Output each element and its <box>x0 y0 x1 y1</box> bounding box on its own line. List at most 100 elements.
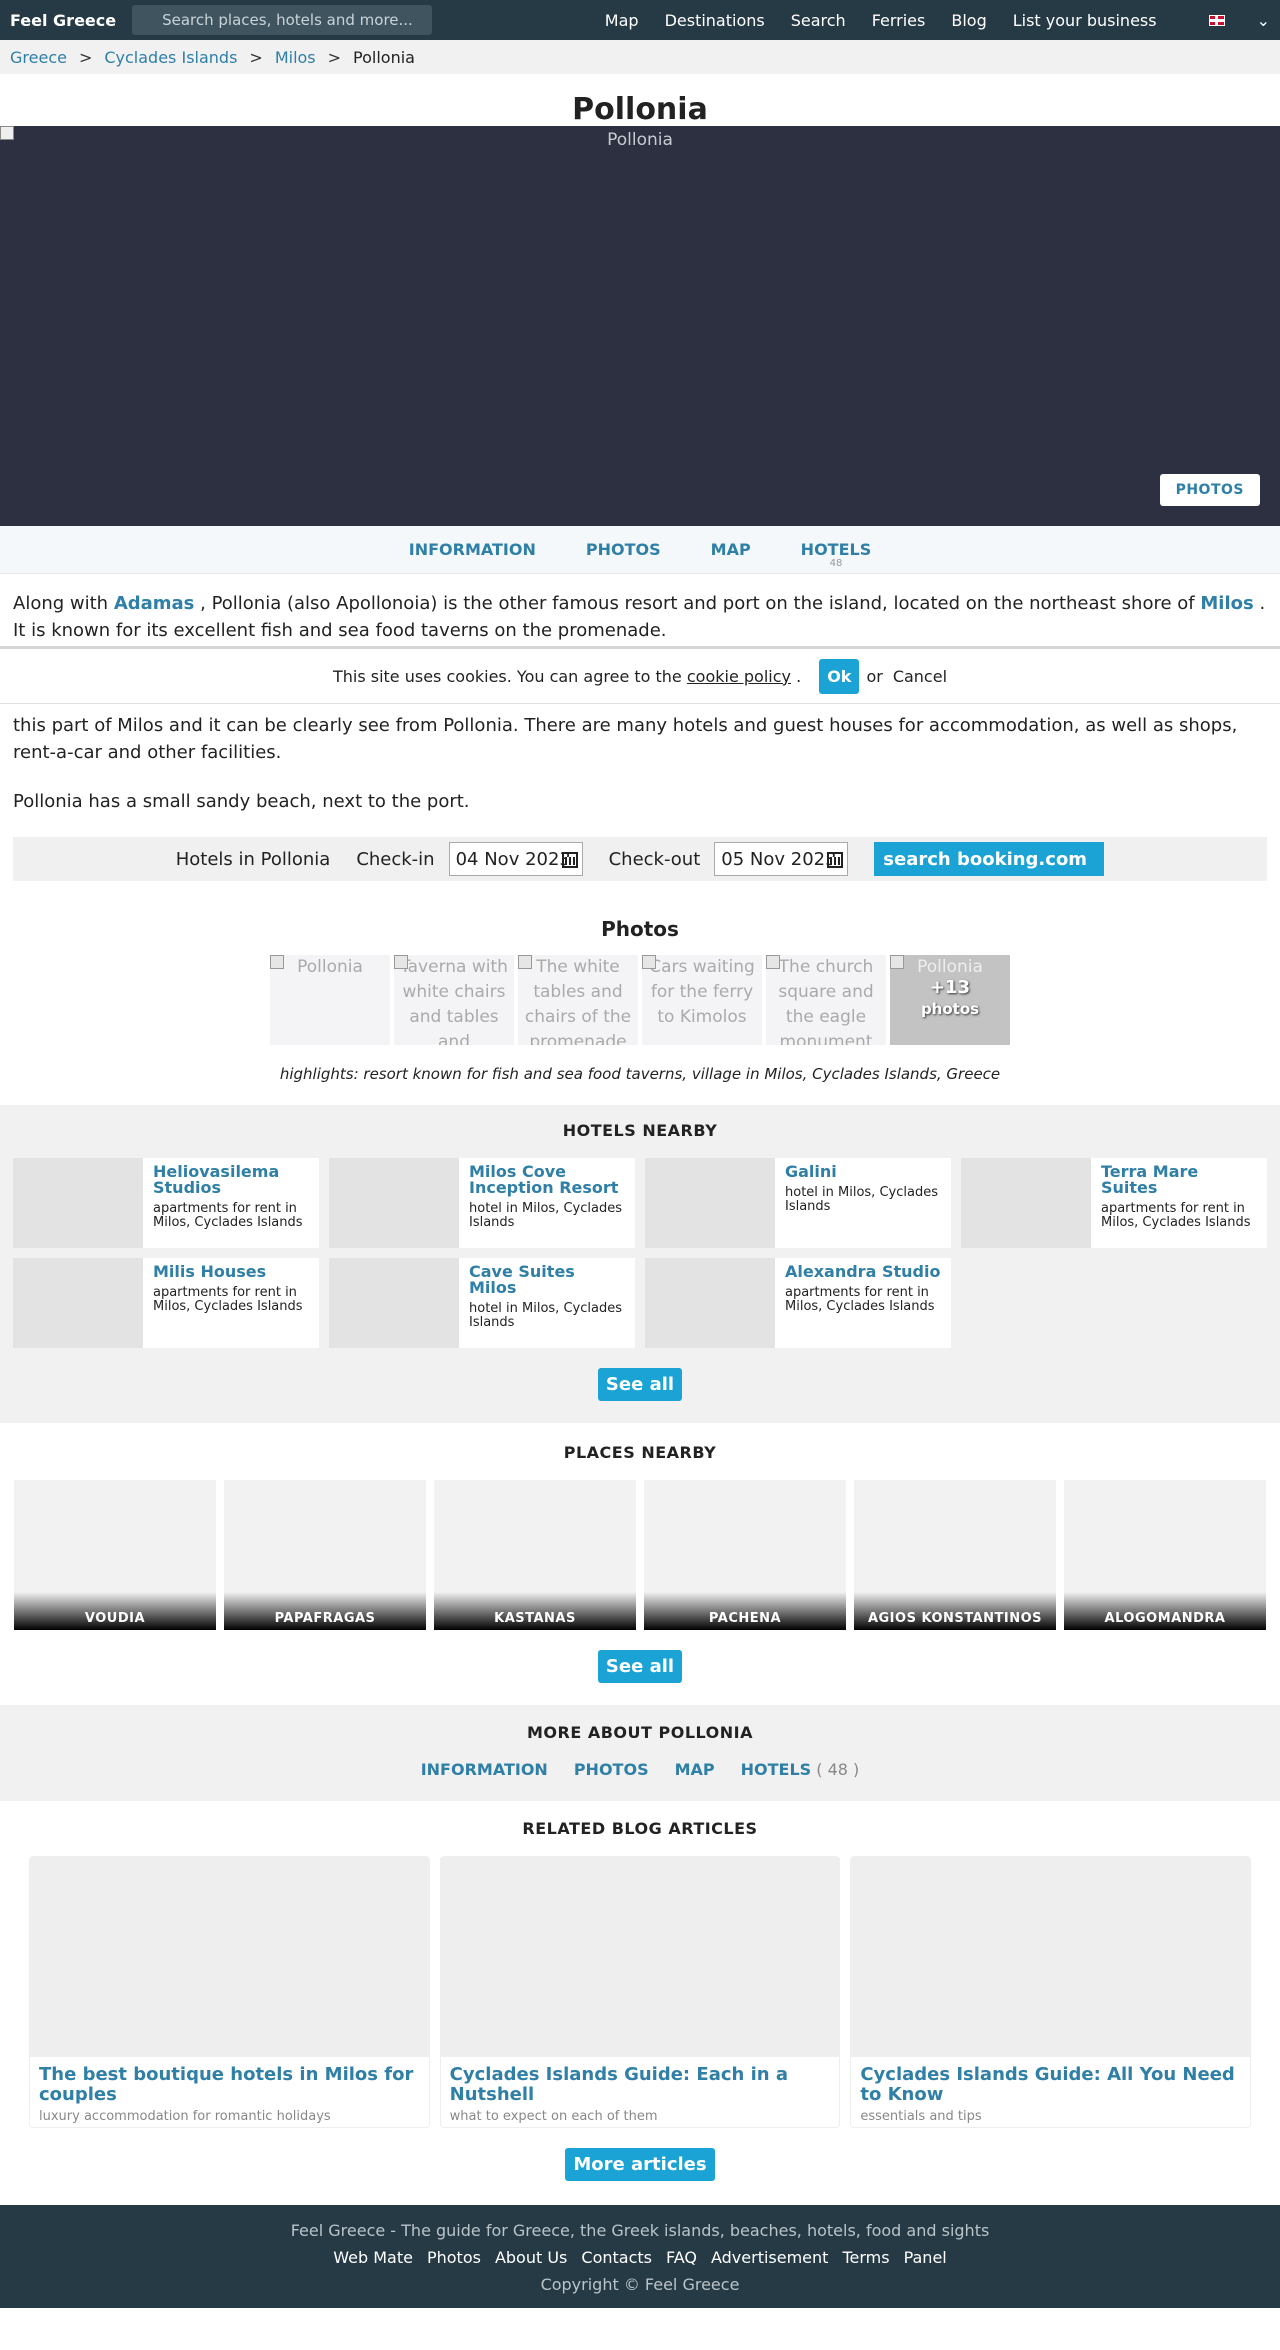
blog-title[interactable]: Cyclades Islands Guide: All You Need to … <box>851 2057 1250 2105</box>
places-nearby-heading: PLACES NEARBY <box>563 1443 717 1462</box>
search-input[interactable]: Search places, hotels and more... <box>132 5 433 35</box>
breadcrumb-greece[interactable]: Greece <box>10 48 67 67</box>
footer-link[interactable]: About Us <box>495 2248 567 2267</box>
article-paragraph: Pollonia has a small sandy beach, next t… <box>13 791 470 812</box>
hotel-image <box>329 1258 459 1348</box>
nav-destinations[interactable]: Destinations <box>665 11 765 30</box>
place-card[interactable]: ALOGOMANDRA <box>1064 1480 1266 1630</box>
photo-strip: Pollonia Taverna with white chairs and t… <box>0 955 1280 1045</box>
hotel-card[interactable]: Terra Mare Suites apartments for rent in … <box>961 1158 1267 1248</box>
more-photos-thumb[interactable]: Pollonia +13 photos <box>890 955 1010 1045</box>
hotel-name[interactable]: Galini <box>785 1164 941 1180</box>
breadcrumb-cyclades[interactable]: Cyclades Islands <box>104 48 237 67</box>
more-hotels-count: ( 48 ) <box>816 1760 860 1779</box>
breadcrumb-milos[interactable]: Milos <box>275 48 316 67</box>
more-photos-count: +13 <box>929 977 971 998</box>
hotel-image <box>645 1158 775 1248</box>
hotels-nearby: HOTELS NEARBY Heliovasilema Studios apart… <box>0 1105 1280 1423</box>
hotel-desc: apartments for rent in Milos, Cyclades I… <box>153 1201 303 1230</box>
tab-hotels[interactable]: HOTELS 48 <box>801 540 872 569</box>
more-photos-overlay: +13 photos <box>890 975 1010 1018</box>
hotel-card[interactable]: Cave Suites Milos hotel in Milos, Cyclade… <box>329 1258 635 1348</box>
highlights: highlights: resort known for fish and se… <box>279 1065 1001 1083</box>
hotel-desc: apartments for rent in Milos, Cyclades I… <box>785 1285 935 1314</box>
see-all-places-button[interactable]: See all <box>597 1650 683 1683</box>
more-information-link[interactable]: INFORMATION <box>421 1760 548 1779</box>
footer-link[interactable]: Web Mate <box>333 2248 413 2267</box>
footer-link[interactable]: Contacts <box>581 2248 652 2267</box>
photo-thumb[interactable]: The church square and the eagle monument <box>766 955 886 1045</box>
footer-link[interactable]: Terms <box>842 2248 889 2267</box>
hotel-name[interactable]: Milis Houses <box>153 1264 309 1280</box>
link-milos[interactable]: Milos <box>1200 593 1253 614</box>
link-adamas[interactable]: Adamas <box>114 593 195 614</box>
hotel-name[interactable]: Heliovasilema Studios <box>153 1164 309 1196</box>
photo-thumb[interactable]: Taverna with white chairs and tables and <box>394 955 514 1045</box>
nav-blog[interactable]: Blog <box>951 11 986 30</box>
place-name: AGIOS KONSTANTINOS <box>854 1592 1056 1630</box>
more-map-link[interactable]: MAP <box>675 1760 715 1779</box>
tab-map[interactable]: MAP <box>711 540 751 559</box>
hotel-card[interactable]: Milos Cove Inception Resort hotel in Milo… <box>329 1158 635 1248</box>
more-hotels-group: HOTELS ( 48 ) <box>741 1760 860 1779</box>
nav-search[interactable]: Search <box>791 11 846 30</box>
cookie-cancel-button[interactable]: Cancel <box>893 667 947 686</box>
more-photos-link[interactable]: PHOTOS <box>574 1760 649 1779</box>
place-name: KASTANAS <box>434 1592 636 1630</box>
blog-card[interactable]: The best boutique hotels in Milos for co… <box>29 1856 430 2128</box>
language-selector[interactable]: ⌄ <box>1183 11 1270 30</box>
place-card[interactable]: PACHENA <box>644 1480 846 1630</box>
hotel-image <box>13 1258 143 1348</box>
photo-thumb[interactable]: Cars waiting for the ferry to Kimolos <box>642 955 762 1045</box>
checkout-field[interactable]: 05 Nov 2023 <box>714 842 849 876</box>
hotel-name[interactable]: Cave Suites Milos <box>469 1264 625 1296</box>
tab-photos[interactable]: PHOTOS <box>586 540 661 559</box>
cookie-ok-button[interactable]: Ok <box>819 658 860 694</box>
place-card[interactable]: AGIOS KONSTANTINOS <box>854 1480 1056 1630</box>
hero-image[interactable]: Pollonia PHOTOS <box>0 126 1280 526</box>
blog-card[interactable]: Cyclades Islands Guide: All You Need to … <box>850 1856 1252 2128</box>
more-hotels-link[interactable]: HOTELS <box>741 1760 812 1779</box>
footer-link[interactable]: Panel <box>904 2248 947 2267</box>
search-booking-button[interactable]: search booking.com <box>874 842 1105 876</box>
tab-information[interactable]: INFORMATION <box>409 540 536 559</box>
hotel-card[interactable]: Heliovasilema Studios apartments for rent… <box>13 1158 319 1248</box>
hotel-name[interactable]: Milos Cove Inception Resort <box>469 1164 625 1196</box>
hotel-card[interactable]: Alexandra Studio apartments for rent in M… <box>645 1258 951 1348</box>
nav-ferries[interactable]: Ferries <box>872 11 926 30</box>
nav-list-business[interactable]: List your business <box>1013 11 1157 30</box>
article-paragraph: this part of Milos and it can be clearly… <box>13 715 1238 763</box>
breadcrumb-separator: > <box>249 47 263 67</box>
see-all-hotels-button[interactable]: See all <box>597 1368 683 1401</box>
footer-link[interactable]: FAQ <box>666 2248 697 2267</box>
cookie-banner: This site uses cookies. You can agree to… <box>0 646 1280 704</box>
photos-button[interactable]: PHOTOS <box>1159 474 1260 506</box>
hotel-desc: apartments for rent in Milos, Cyclades I… <box>153 1285 303 1314</box>
cookie-policy-link[interactable]: cookie policy <box>687 667 791 686</box>
more-articles-button[interactable]: More articles <box>565 2148 715 2181</box>
footer-tagline: Feel Greece - The guide for Greece, the … <box>290 2221 990 2240</box>
place-card[interactable]: KASTANAS <box>434 1480 636 1630</box>
hotel-card[interactable]: Galini hotel in Milos, Cyclades Islands <box>645 1158 951 1248</box>
blog-title[interactable]: The best boutique hotels in Milos for co… <box>30 2057 429 2105</box>
footer-link[interactable]: Photos <box>427 2248 481 2267</box>
photo-thumb[interactable]: The white tables and chairs of the prome… <box>518 955 638 1045</box>
site-logo[interactable]: Feel Greece <box>10 11 116 30</box>
photo-thumb[interactable]: Pollonia <box>270 955 390 1045</box>
place-card[interactable]: VOUDIA <box>14 1480 216 1630</box>
place-grid: VOUDIA PAPAFRAGAS KASTANAS PACHENA AGIOS… <box>13 1480 1267 1630</box>
hotel-image <box>961 1158 1091 1248</box>
checkin-field[interactable]: 04 Nov 2023 <box>448 842 583 876</box>
hero-alt-text: Pollonia <box>607 130 673 150</box>
hotel-name[interactable]: Alexandra Studio <box>785 1264 941 1280</box>
footer-link[interactable]: Advertisement <box>711 2248 828 2267</box>
place-card[interactable]: PAPAFRAGAS <box>224 1480 426 1630</box>
blog-card[interactable]: Cyclades Islands Guide: Each in a Nutshe… <box>439 1856 841 2128</box>
nav-map[interactable]: Map <box>605 11 639 30</box>
hotel-name[interactable]: Terra Mare Suites <box>1101 1164 1257 1196</box>
blog-title[interactable]: Cyclades Islands Guide: Each in a Nutshe… <box>441 2057 840 2105</box>
hotel-card[interactable]: Milis Houses apartments for rent in Milos… <box>13 1258 319 1348</box>
chevron-down-icon: ⌄ <box>1256 10 1270 30</box>
section-tabs: INFORMATION PHOTOS MAP HOTELS 48 <box>0 526 1280 574</box>
hotels-nearby-heading: HOTELS NEARBY <box>562 1121 718 1140</box>
